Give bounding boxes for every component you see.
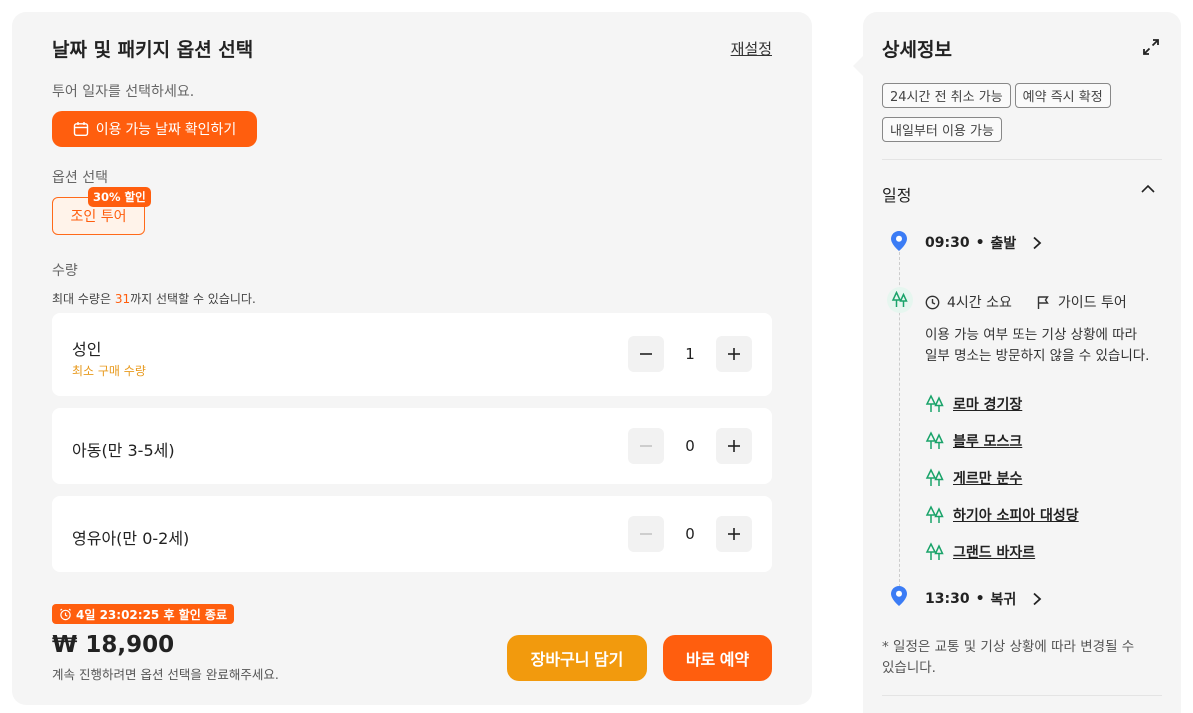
option-label: 옵션 선택 bbox=[52, 170, 108, 186]
price-note: 계속 진행하려면 옵션 선택을 완료해주세요. bbox=[52, 667, 279, 682]
divider bbox=[882, 159, 1162, 160]
schedule-title: 일정 bbox=[882, 186, 912, 205]
discount-timer: 4일 23:02:25 후 할인 종료 bbox=[52, 604, 234, 624]
quantity-note-suffix: 까지 선택할 수 있습니다. bbox=[130, 292, 256, 306]
tour-meta: 4시간 소요 가이드 투어 bbox=[925, 292, 1127, 312]
plus-icon bbox=[728, 348, 740, 360]
expand-icon[interactable] bbox=[1141, 37, 1161, 57]
decrement-button[interactable] bbox=[628, 336, 664, 372]
details-panel: 상세정보 24시간 전 취소 가능 예약 즉시 확정 내일부터 이용 가능 일정… bbox=[853, 12, 1181, 713]
discount-badge: 30% 할인 bbox=[88, 187, 151, 207]
row-name: 영유아(만 0-2세) bbox=[72, 529, 190, 548]
check-dates-label: 이용 가능 날짜 확인하기 bbox=[95, 121, 237, 137]
place-link[interactable]: 블루 모스크 bbox=[925, 431, 1022, 451]
duration: 4시간 소요 bbox=[947, 295, 1012, 311]
alarm-clock-icon bbox=[60, 608, 71, 620]
quantity-value: 1 bbox=[685, 345, 695, 363]
trees-icon bbox=[925, 394, 944, 412]
trees-icon bbox=[925, 505, 944, 523]
place-link[interactable]: 그랜드 바자르 bbox=[925, 542, 1035, 562]
quantity-row-adult: 성인 최소 구매 수량 1 bbox=[52, 313, 772, 396]
details-title: 상세정보 bbox=[882, 39, 952, 61]
place-link[interactable]: 게르만 분수 bbox=[925, 468, 1022, 488]
plus-icon bbox=[728, 440, 740, 452]
quantity-stepper: 0 bbox=[628, 428, 752, 464]
date-prompt: 투어 일자를 선택하세요. bbox=[52, 84, 195, 100]
end-time: 13:30 bbox=[925, 591, 970, 607]
location-pin-icon bbox=[891, 231, 907, 251]
place-name: 게르만 분수 bbox=[953, 471, 1023, 487]
quantity-stepper: 0 bbox=[628, 516, 752, 552]
row-name: 아동(만 3-5세) bbox=[72, 441, 175, 460]
schedule-start[interactable]: 09:30 • 출발 bbox=[925, 233, 1044, 253]
chevron-right-icon bbox=[1033, 592, 1042, 606]
trees-icon bbox=[887, 287, 913, 313]
booking-panel: 날짜 및 패키지 옵션 선택 재설정 투어 일자를 선택하세요. 이용 가능 날… bbox=[12, 12, 812, 705]
quantity-label: 수량 bbox=[52, 263, 78, 279]
start-separator: • bbox=[975, 235, 985, 251]
plus-icon bbox=[728, 528, 740, 540]
end-separator: • bbox=[975, 591, 985, 607]
trees-icon bbox=[925, 468, 944, 486]
place-name: 그랜드 바자르 bbox=[953, 545, 1036, 561]
schedule-footnote: * 일정은 교통 및 기상 상황에 따라 변경될 수 있습니다. bbox=[882, 639, 1135, 676]
quantity-row-child: 아동(만 3-5세) 0 bbox=[52, 408, 772, 484]
schedule-description: 이용 가능 여부 또는 기상 상황에 따라 일부 명소는 방문하지 않을 수 있… bbox=[925, 327, 1150, 364]
booking-title: 날짜 및 패키지 옵션 선택 bbox=[52, 39, 254, 61]
place-link[interactable]: 로마 경기장 bbox=[925, 394, 1022, 414]
schedule-end[interactable]: 13:30 • 복귀 bbox=[925, 589, 1044, 609]
increment-button[interactable] bbox=[716, 336, 752, 372]
calendar-icon bbox=[73, 122, 88, 136]
start-label: 출발 bbox=[990, 236, 1017, 252]
increment-button[interactable] bbox=[716, 516, 752, 552]
decrement-button[interactable] bbox=[628, 516, 664, 552]
quantity-row-infant: 영유아(만 0-2세) 0 bbox=[52, 496, 772, 572]
quantity-value: 0 bbox=[685, 525, 695, 543]
divider bbox=[882, 695, 1162, 696]
timer-label: 4일 23:02:25 후 할인 종료 bbox=[76, 607, 227, 622]
feature-tags: 24시간 전 취소 가능 예약 즉시 확정 내일부터 이용 가능 bbox=[882, 83, 1162, 142]
trees-icon bbox=[925, 542, 944, 560]
reset-link[interactable]: 재설정 bbox=[731, 38, 772, 59]
place-name: 하기아 소피아 대성당 bbox=[953, 508, 1079, 524]
chevron-up-icon[interactable] bbox=[1139, 180, 1157, 198]
start-time: 09:30 bbox=[925, 235, 970, 251]
book-now-button[interactable]: 바로 예약 bbox=[663, 635, 772, 681]
end-label: 복귀 bbox=[990, 592, 1017, 608]
quantity-note-prefix: 최대 수량은 bbox=[52, 292, 115, 306]
panel-pointer bbox=[853, 56, 863, 76]
price: ₩ 18,900 bbox=[52, 632, 175, 658]
add-to-cart-button[interactable]: 장바구니 담기 bbox=[507, 635, 647, 681]
quantity-max: 31 bbox=[114, 292, 131, 306]
minus-icon bbox=[640, 445, 652, 447]
place-link[interactable]: 하기아 소피아 대성당 bbox=[925, 505, 1079, 525]
place-name: 블루 모스크 bbox=[953, 434, 1023, 450]
decrement-button[interactable] bbox=[628, 428, 664, 464]
tag-free-cancel: 24시간 전 취소 가능 bbox=[882, 83, 1011, 108]
minus-icon bbox=[640, 533, 652, 535]
trees-icon bbox=[925, 431, 944, 449]
minus-icon bbox=[640, 353, 652, 355]
tag-instant-confirm: 예약 즉시 확정 bbox=[1014, 83, 1111, 108]
increment-button[interactable] bbox=[716, 428, 752, 464]
tag-available-tomorrow: 내일부터 이용 가능 bbox=[882, 117, 1002, 142]
quantity-stepper: 1 bbox=[628, 336, 752, 372]
row-name: 성인 bbox=[72, 340, 102, 359]
check-dates-button[interactable]: 이용 가능 날짜 확인하기 bbox=[52, 111, 257, 147]
clock-icon bbox=[925, 295, 940, 309]
place-name: 로마 경기장 bbox=[953, 397, 1023, 413]
option-join-tour-label: 조인 투어 bbox=[70, 209, 127, 225]
guide-type: 가이드 투어 bbox=[1057, 295, 1127, 311]
quantity-value: 0 bbox=[685, 437, 695, 455]
min-purchase-note: 최소 구매 수량 bbox=[72, 364, 146, 378]
flag-icon bbox=[1037, 295, 1049, 309]
quantity-note: 최대 수량은 31까지 선택할 수 있습니다. bbox=[52, 290, 256, 307]
chevron-right-icon bbox=[1033, 236, 1042, 250]
location-pin-icon bbox=[891, 586, 907, 606]
